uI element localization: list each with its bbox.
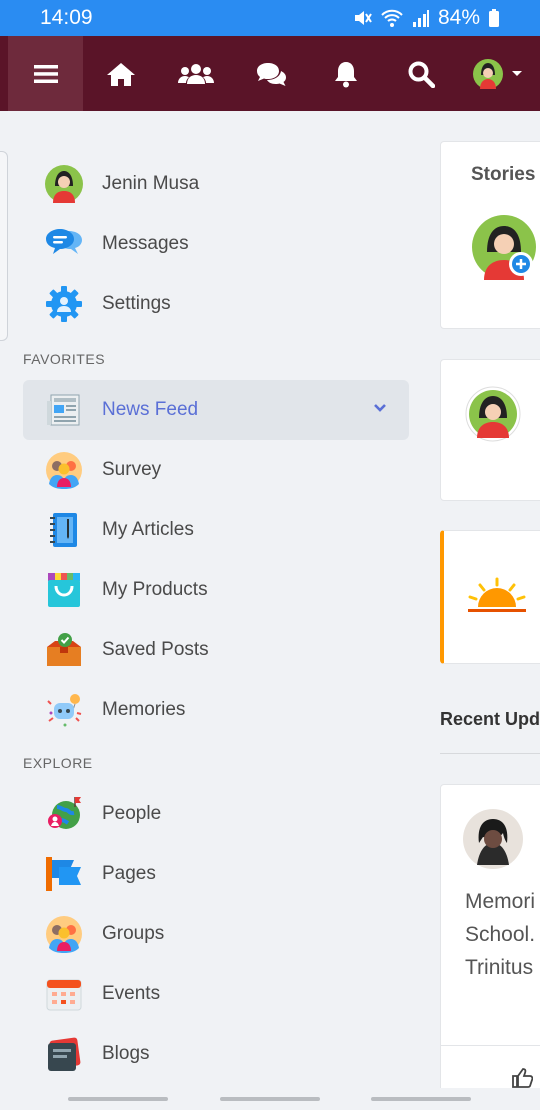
sidebar-item-groups[interactable]: Groups xyxy=(23,904,409,964)
user-avatar-icon xyxy=(472,215,536,280)
sidebar-item-label: Events xyxy=(102,983,161,1004)
sidebar-item-people[interactable]: People xyxy=(23,784,409,844)
post-text-line: School. xyxy=(465,923,536,946)
newspaper-icon xyxy=(45,391,83,429)
calendar-icon xyxy=(45,975,83,1013)
sidebar-item-label: Jenin Musa xyxy=(102,173,200,194)
sidebar-item-label: People xyxy=(102,803,162,824)
gesture-pill[interactable] xyxy=(220,1097,320,1101)
memory-card[interactable] xyxy=(440,530,540,664)
create-post-card[interactable] xyxy=(440,359,540,501)
notifications-button[interactable] xyxy=(308,36,383,111)
add-story-button[interactable] xyxy=(471,214,537,285)
profile-menu-button[interactable] xyxy=(458,36,538,111)
recent-updates-title: Recent Upd xyxy=(440,709,540,729)
sidebar-item-profile[interactable]: Jenin Musa xyxy=(23,154,409,214)
shopping-bag-icon xyxy=(45,571,83,609)
sidebar-item-label: Settings xyxy=(102,293,171,314)
sidebar-edge xyxy=(0,151,8,341)
post-text-line: Memori xyxy=(465,890,536,913)
status-icons: 84% xyxy=(352,6,500,30)
book-icon xyxy=(45,1035,83,1073)
sidebar-item-label: Memories xyxy=(102,699,186,720)
friends-icon xyxy=(177,63,214,84)
post-avatar xyxy=(465,386,521,447)
stories-title: Stories xyxy=(471,164,536,185)
sidebar-item-settings[interactable]: Settings xyxy=(23,274,409,334)
flag-icon xyxy=(45,855,83,893)
gesture-pill[interactable] xyxy=(68,1097,168,1101)
main-content: Jenin Musa Messages Settings FAVORITES N… xyxy=(0,111,540,1110)
user-avatar-icon xyxy=(465,386,521,442)
survey-icon xyxy=(45,451,83,489)
post-text-line: Trinitus xyxy=(465,956,534,979)
bell-icon xyxy=(334,61,357,87)
globe-people-icon xyxy=(45,795,83,833)
groups-icon xyxy=(45,915,83,953)
gesture-pill[interactable] xyxy=(371,1097,471,1101)
settings-gear-icon xyxy=(45,285,83,323)
user-avatar-icon xyxy=(45,165,83,203)
user-avatar-icon xyxy=(463,809,523,869)
sidebar-item-blogs[interactable]: Blogs xyxy=(23,1024,409,1084)
notebook-icon xyxy=(45,511,83,549)
mute-icon xyxy=(352,8,372,28)
sidebar-item-label: My Articles xyxy=(102,519,194,540)
friends-button[interactable] xyxy=(158,36,233,111)
post-card: Memori School. Trinitus xyxy=(440,784,540,1104)
profile-avatar xyxy=(473,58,503,89)
sidebar-item-news-feed[interactable]: News Feed xyxy=(23,380,409,440)
sidebar-item-label: Groups xyxy=(102,923,165,944)
top-nav xyxy=(0,36,540,111)
sidebar-item-pages[interactable]: Pages xyxy=(23,844,409,904)
saved-box-icon xyxy=(45,631,83,669)
status-bar: 14:09 84% xyxy=(0,0,540,36)
sidebar-item-label: Survey xyxy=(102,459,162,480)
search-icon xyxy=(408,61,435,88)
home-icon xyxy=(106,62,135,86)
sidebar-item-my-products[interactable]: My Products xyxy=(23,560,409,620)
sidebar-item-survey[interactable]: Survey xyxy=(23,440,409,500)
chevron-down-icon[interactable] xyxy=(373,400,387,418)
wifi-icon xyxy=(380,8,404,28)
sunrise-icon xyxy=(466,577,528,622)
chat-icon xyxy=(256,62,286,86)
home-button[interactable] xyxy=(83,36,158,111)
thumbs-up-icon xyxy=(512,1068,534,1088)
divider xyxy=(440,753,540,754)
sidebar-item-label: Saved Posts xyxy=(102,639,209,660)
sidebar-item-saved-posts[interactable]: Saved Posts xyxy=(23,620,409,680)
menu-button[interactable] xyxy=(8,36,83,111)
sidebar-item-label: Messages xyxy=(102,233,189,254)
sidebar-item-events[interactable]: Events xyxy=(23,964,409,1024)
sidebar-item-label: News Feed xyxy=(102,399,199,420)
sidebar: Jenin Musa Messages Settings FAVORITES N… xyxy=(0,111,430,1110)
battery-percent: 84% xyxy=(437,6,480,29)
sidebar-item-label: My Products xyxy=(102,579,208,600)
battery-icon xyxy=(488,8,500,28)
stories-card: Stories xyxy=(440,141,540,329)
chevron-down-icon xyxy=(512,70,522,76)
explore-heading: EXPLORE xyxy=(23,755,93,771)
sidebar-item-messages[interactable]: Messages xyxy=(23,214,409,274)
messages-icon xyxy=(45,225,83,263)
search-button[interactable] xyxy=(383,36,458,111)
sidebar-item-memories[interactable]: Memories xyxy=(23,680,409,740)
sidebar-item-label: Pages xyxy=(102,863,156,884)
divider xyxy=(441,1045,540,1046)
signal-icon xyxy=(412,8,430,28)
sidebar-item-label: Blogs xyxy=(102,1043,150,1064)
chat-button[interactable] xyxy=(233,36,308,111)
favorites-heading: FAVORITES xyxy=(23,351,106,367)
menu-icon xyxy=(33,64,58,83)
memories-icon xyxy=(45,691,83,729)
post-author-avatar[interactable] xyxy=(463,809,523,874)
sidebar-item-my-articles[interactable]: My Articles xyxy=(23,500,409,560)
status-time: 14:09 xyxy=(40,6,93,29)
